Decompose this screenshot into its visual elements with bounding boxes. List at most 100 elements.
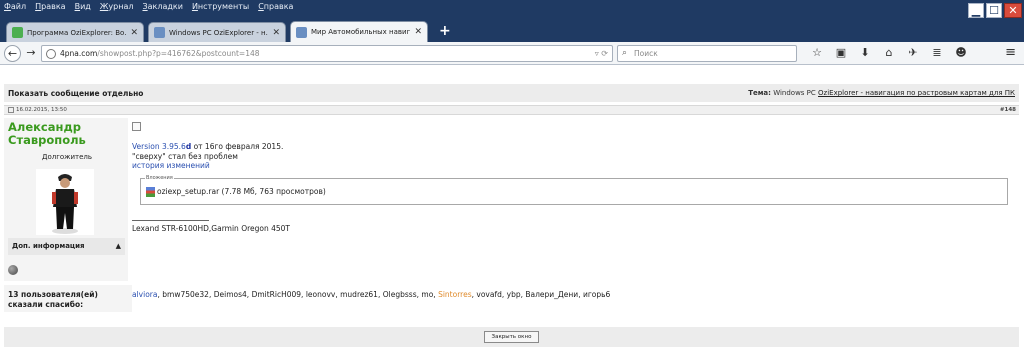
- thanks-user-link[interactable]: Olegbsss: [383, 290, 417, 299]
- thanks-user-link[interactable]: mudrez61: [340, 290, 378, 299]
- thanks-count: 13 пользователя(ей): [8, 290, 98, 299]
- version-link[interactable]: Version 3.95.6: [132, 142, 186, 151]
- version-line: Version 3.95.6d от 16го февраля 2015.: [132, 142, 283, 152]
- favicon-icon: [296, 26, 307, 38]
- thanks-user-link[interactable]: Валери_Дени: [525, 290, 578, 299]
- favicon-icon: [154, 27, 165, 38]
- attachments-box: Вложения oziexp_setup.rar (7.78 Мб, 763 …: [140, 175, 1008, 205]
- page-content: Показать сообщение отдельно Тема: Window…: [0, 66, 1024, 350]
- thanks-label: 13 пользователя(ей) сказали спасибо:: [8, 290, 98, 309]
- thanks-user-link[interactable]: Deimos4: [214, 290, 247, 299]
- url-path: /showpost.php?p=416762&postcount=148: [97, 49, 260, 58]
- post-number-link[interactable]: #148: [1000, 106, 1016, 114]
- back-button[interactable]: ←: [4, 45, 21, 62]
- bottom-bar: Закрыть окно: [4, 327, 1019, 347]
- tab-strip: Программа OziExplorer: Во... ✕ Windows P…: [0, 20, 1024, 42]
- thanks-user-link[interactable]: vovafd: [476, 290, 501, 299]
- post-body: Version 3.95.6d от 16го февраля 2015. "с…: [132, 118, 1019, 281]
- search-placeholder: Поиск: [634, 49, 658, 58]
- thanks-row: 13 пользователя(ей) сказали спасибо: alv…: [4, 285, 1019, 312]
- menu-item-history[interactable]: Журнал: [100, 0, 134, 13]
- avatar: [36, 169, 94, 235]
- close-window-page-button[interactable]: Закрыть окно: [484, 331, 539, 343]
- offline-status-icon: [8, 265, 18, 275]
- tab-label: Windows PC OziExplorer - н...: [169, 28, 269, 37]
- post-icon: [132, 122, 141, 131]
- menu-item-help[interactable]: Справка: [258, 0, 293, 13]
- minimize-button[interactable]: ▁: [968, 3, 984, 18]
- tab-oziexplorer-program[interactable]: Программа OziExplorer: Во... ✕: [6, 22, 144, 42]
- new-tab-button[interactable]: +: [439, 23, 451, 39]
- reload-icon[interactable]: ▿ ⟳: [595, 46, 608, 61]
- window-controls: ▁ ☐ ✕: [968, 3, 1022, 18]
- menu-item-edit[interactable]: Правка: [35, 0, 65, 13]
- user-info-pane: Александр Ставрополь Долгожитель Доп. ин…: [4, 118, 128, 281]
- search-input[interactable]: ⌕ Поиск: [617, 45, 797, 62]
- window-titlebar: Файл Правка Вид Журнал Закладки Инструме…: [0, 0, 1024, 42]
- page-title: Показать сообщение отдельно: [8, 88, 144, 98]
- toolbar-icons: ☆ ▣ ⬇ ⌂ ✈ ≣ ☻: [805, 45, 973, 61]
- post-header-bar: Показать сообщение отдельно Тема: Window…: [4, 84, 1019, 102]
- reading-list-icon[interactable]: ▣: [829, 45, 853, 61]
- url-bar[interactable]: 4pna.com/showpost.php?p=416762&postcount…: [41, 45, 613, 62]
- thanks-caption: сказали спасибо:: [8, 299, 84, 309]
- user-title: Долгожитель: [42, 153, 93, 161]
- chat-icon[interactable]: ☻: [949, 45, 973, 61]
- signature-divider: [132, 220, 209, 221]
- tab-windows-pc-oziexplorer[interactable]: Windows PC OziExplorer - н... ✕: [148, 22, 286, 42]
- hamburger-menu-icon[interactable]: ≡: [1005, 45, 1016, 61]
- bookmark-star-icon[interactable]: ☆: [805, 45, 829, 61]
- version-date: от 16го февраля 2015.: [191, 142, 284, 151]
- tab-close-icon[interactable]: ✕: [272, 28, 280, 38]
- topic-link[interactable]: OziExplorer - навигация по растровым кар…: [818, 89, 1015, 97]
- thanks-user-link[interactable]: ybp: [507, 290, 521, 299]
- archive-file-icon: [146, 187, 155, 197]
- menu-bar: Файл Правка Вид Журнал Закладки Инструме…: [0, 0, 302, 13]
- navigation-toolbar: ← → 4pna.com/showpost.php?p=416762&postc…: [0, 42, 1024, 65]
- thanks-user-link[interactable]: DmitRicH009: [252, 290, 301, 299]
- thanks-user-link[interactable]: leonovv: [306, 290, 336, 299]
- menu-item-bookmarks[interactable]: Закладки: [142, 0, 182, 13]
- topic-label: Тема:: [748, 89, 771, 97]
- favicon-icon: [12, 27, 23, 38]
- tab-mir-navigatorov[interactable]: Мир Автомобильных навига... ✕: [290, 21, 428, 42]
- post-icon: [8, 106, 14, 113]
- close-window-button[interactable]: ✕: [1004, 3, 1022, 18]
- signature: Lexand STR-6100HD,Garmin Oregon 450T: [132, 224, 291, 233]
- attachment-meta: (7.78 Мб, 763 просмотров): [219, 187, 326, 196]
- menu-item-file[interactable]: Файл: [4, 0, 26, 13]
- thanks-user-link[interactable]: Sintorres: [438, 290, 472, 299]
- menu-item-tools[interactable]: Инструменты: [192, 0, 249, 13]
- thanks-user-link[interactable]: игорь6: [583, 290, 610, 299]
- thanks-user-link[interactable]: mo: [421, 290, 433, 299]
- menu-item-view[interactable]: Вид: [75, 0, 91, 13]
- attachments-legend: Вложения: [145, 175, 174, 182]
- home-icon[interactable]: ⌂: [877, 45, 901, 61]
- post-date: 16.02.2015, 13:50: [16, 107, 67, 113]
- thanks-user-link[interactable]: alviora: [132, 290, 157, 299]
- search-icon: ⌕: [622, 48, 628, 58]
- send-icon[interactable]: ✈: [901, 45, 925, 61]
- thanks-user-link[interactable]: bmw750e32: [162, 290, 209, 299]
- changelog-link[interactable]: история изменений: [132, 161, 210, 171]
- tab-close-icon[interactable]: ✕: [130, 28, 138, 38]
- topic-prefix: Windows PC: [773, 89, 816, 97]
- tab-label: Мир Автомобильных навига...: [311, 28, 411, 36]
- attachment-item: oziexp_setup.rar (7.78 Мб, 763 просмотро…: [146, 187, 326, 197]
- additional-info-label: Доп. информация: [12, 242, 85, 250]
- url-host: 4pna.com: [60, 49, 98, 58]
- downloads-icon[interactable]: ⬇: [853, 45, 877, 61]
- collapse-arrow-icon: ▲: [115, 242, 121, 250]
- attachment-link[interactable]: oziexp_setup.rar: [157, 187, 219, 196]
- username-link[interactable]: Александр Ставрополь: [8, 121, 118, 147]
- maximize-button[interactable]: ☐: [986, 3, 1002, 18]
- tab-close-icon[interactable]: ✕: [414, 27, 422, 37]
- thanks-user-list: alviora, bmw750e32, Deimos4, DmitRicH009…: [132, 285, 1019, 312]
- topic-info: Тема: Windows PC OziExplorer - навигация…: [748, 89, 1015, 97]
- globe-icon: [46, 49, 56, 59]
- additional-info-toggle[interactable]: Доп. информация ▲: [8, 238, 125, 255]
- tab-label: Программа OziExplorer: Во...: [27, 28, 127, 37]
- post-meta-bar: 16.02.2015, 13:50 #148: [4, 105, 1019, 115]
- extension-icon[interactable]: ≣: [925, 45, 949, 61]
- forward-button[interactable]: →: [24, 46, 38, 61]
